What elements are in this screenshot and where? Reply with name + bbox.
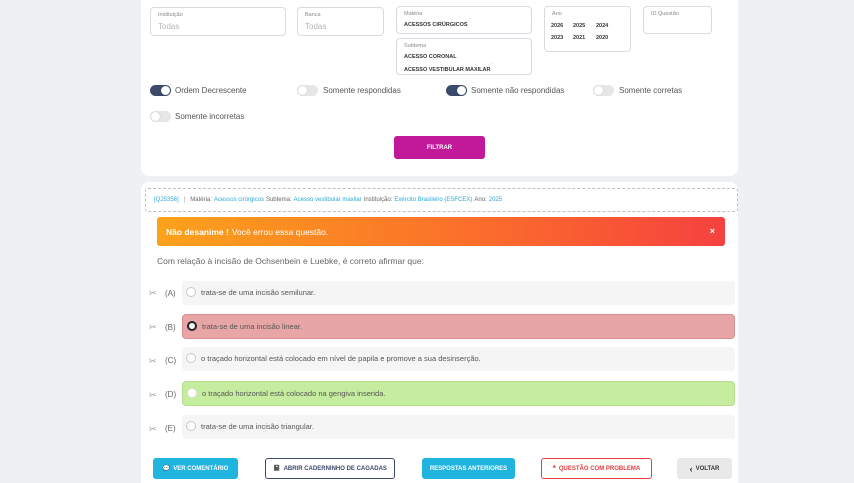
year-2021[interactable]: 2021 xyxy=(573,35,585,41)
scissor-icon[interactable]: ✂ xyxy=(149,322,157,333)
option-letter: (A) xyxy=(165,289,176,298)
questao-com-problema-button[interactable]: * QUESTÃO COM PROBLEMA xyxy=(541,458,652,479)
option-d[interactable]: o traçado horizontal está colocado na ge… xyxy=(182,381,735,406)
ver-comentario-label: VER COMENTÁRIO xyxy=(173,465,229,472)
question-id: [Q25356] xyxy=(154,197,179,203)
wrong-answer-alert: Não desanime ! Você errou essa questão. … xyxy=(157,217,725,246)
subtema-label: Subtema xyxy=(404,43,427,49)
toggle-knob xyxy=(594,86,603,95)
materia-select[interactable]: Matéria ACESSOS CIRÚRGICOS · xyxy=(396,6,532,34)
year-2025[interactable]: 2025 xyxy=(573,23,585,29)
abrir-caderninho-button[interactable]: 📓 ABRIR CADERNINHO DE CAGADAS xyxy=(265,458,395,479)
radio-button-selected[interactable] xyxy=(187,321,197,331)
option-text: trata-se de uma incisão linear. xyxy=(202,322,303,331)
banca-label: Banca xyxy=(305,12,321,18)
year-2026[interactable]: 2026 xyxy=(551,23,563,29)
voltar-button[interactable]: ‹ VOLTAR xyxy=(677,458,732,479)
option-text: o traçado horizontal está colocado na ge… xyxy=(202,389,386,398)
radio-button[interactable] xyxy=(186,353,196,363)
toggle-knob xyxy=(151,112,160,121)
toggle-somente-respondidas-label: Somente respondidas xyxy=(323,86,401,95)
comment-icon: 💬 xyxy=(162,466,171,472)
book-icon: 📓 xyxy=(273,466,281,472)
meta-instituicao-value[interactable]: Exército Brasileiro (ESFCEX) xyxy=(394,197,472,203)
toggle-knob xyxy=(298,86,307,95)
toggle-knob xyxy=(457,86,466,95)
radio-button[interactable] xyxy=(186,287,196,297)
toggle-somente-corretas[interactable] xyxy=(593,85,614,96)
meta-subtema-key: Subtema: xyxy=(265,197,292,203)
meta-subtema-value[interactable]: Acesso vestibular maxilar xyxy=(294,197,362,203)
instituicao-placeholder: Todas xyxy=(158,22,180,31)
toggle-somente-corretas-label: Somente corretas xyxy=(619,86,683,95)
filter-button[interactable]: FILTRAR xyxy=(394,136,485,159)
year-2024[interactable]: 2024 xyxy=(596,23,608,29)
subtema-chevron-icon: · xyxy=(491,61,493,67)
radio-button[interactable] xyxy=(186,421,196,431)
option-a[interactable]: trata-se de uma incisão semilunar. xyxy=(182,281,735,305)
option-letter: (C) xyxy=(165,356,177,365)
toggle-ordem-decrescente[interactable] xyxy=(150,85,171,96)
voltar-label: VOLTAR xyxy=(695,465,720,472)
id-questao-input[interactable]: ID Questão xyxy=(643,6,712,34)
abrir-caderninho-label: ABRIR CADERNINHO DE CAGADAS xyxy=(283,465,387,472)
materia-label: Matéria xyxy=(404,11,423,17)
subtema-value-2: ACESSO VESTIBULAR MAXILAR xyxy=(404,67,491,73)
option-letter: (E) xyxy=(165,424,176,433)
ano-chevron-icon: · xyxy=(551,42,553,48)
subtema-value-1: ACESSO CORONAL xyxy=(404,54,457,60)
radio-button[interactable] xyxy=(187,388,197,398)
alert-text: Você errou essa questão. xyxy=(231,226,329,237)
option-letter: (D) xyxy=(165,390,177,399)
question-meta: [Q25356] | Matéria: Acessos cirúrgicos S… xyxy=(145,188,738,212)
materia-chevron-icon: · xyxy=(469,16,471,22)
instituicao-select[interactable]: Instituição Todas xyxy=(150,7,286,36)
materia-value: ACESSOS CIRÚRGICOS xyxy=(404,22,468,28)
chevron-left-icon: ‹ xyxy=(689,463,693,474)
toggle-ordem-decrescente-label: Ordem Decrescente xyxy=(175,86,247,95)
option-text: o traçado horizontal está colocado em ní… xyxy=(201,354,481,363)
question-statement: Com relação à incisão de Ochsenbein e Lu… xyxy=(157,256,424,266)
id-questao-label: ID Questão xyxy=(651,11,679,17)
option-text: trata-se de uma incisão semilunar. xyxy=(201,288,316,297)
meta-ano-key: Ano: xyxy=(474,197,487,203)
option-text: trata-se de uma incisão triangular. xyxy=(201,422,314,431)
scissor-icon[interactable]: ✂ xyxy=(149,390,157,401)
meta-materia-key: Matéria: xyxy=(190,197,212,203)
questao-com-problema-label: QUESTÃO COM PROBLEMA xyxy=(558,465,641,472)
toggle-knob xyxy=(161,86,170,95)
year-2023[interactable]: 2023 xyxy=(551,35,563,41)
ver-comentario-button[interactable]: 💬 VER COMENTÁRIO xyxy=(153,458,238,479)
respostas-anteriores-button[interactable]: RESPOSTAS ANTERIORES xyxy=(422,458,515,479)
scissor-icon[interactable]: ✂ xyxy=(149,288,157,299)
toggle-somente-nao-respondidas[interactable] xyxy=(446,85,467,96)
meta-separator: | xyxy=(183,197,186,203)
meta-instituicao-key: Instituição: xyxy=(363,197,393,203)
instituicao-label: Instituição xyxy=(158,12,183,18)
toggle-somente-incorretas[interactable] xyxy=(150,111,171,122)
toggle-somente-nao-respondidas-label: Somente não respondidas xyxy=(471,86,565,95)
option-b[interactable]: trata-se de uma incisão linear. xyxy=(182,314,735,339)
alert-strong: Não desanime ! xyxy=(166,226,229,237)
scissor-icon[interactable]: ✂ xyxy=(149,356,157,367)
alert-icon: * xyxy=(552,464,556,473)
scissor-icon[interactable]: ✂ xyxy=(149,424,157,435)
meta-ano-value[interactable]: 2025 xyxy=(489,197,502,203)
banca-placeholder: Todas xyxy=(305,22,327,31)
option-e[interactable]: trata-se de uma incisão triangular. xyxy=(182,415,735,439)
ano-select[interactable]: Ano 2026 2025 2024 2023 2021 2020 · xyxy=(544,6,631,52)
year-2020[interactable]: 2020 xyxy=(596,35,608,41)
option-c[interactable]: o traçado horizontal está colocado em ní… xyxy=(182,347,735,371)
banca-select[interactable]: Banca Todas xyxy=(297,7,384,36)
close-icon[interactable]: × xyxy=(710,226,715,236)
meta-materia-value[interactable]: Acessos cirúrgicos xyxy=(214,197,264,203)
subtema-select[interactable]: Subtema ACESSO CORONAL ACESSO VESTIBULAR… xyxy=(396,38,532,75)
ano-label: Ano xyxy=(552,11,562,17)
respostas-anteriores-label: RESPOSTAS ANTERIORES xyxy=(429,465,508,472)
option-letter: (B) xyxy=(165,323,176,332)
toggle-somente-respondidas[interactable] xyxy=(297,85,318,96)
toggle-somente-incorretas-label: Somente incorretas xyxy=(175,112,245,121)
